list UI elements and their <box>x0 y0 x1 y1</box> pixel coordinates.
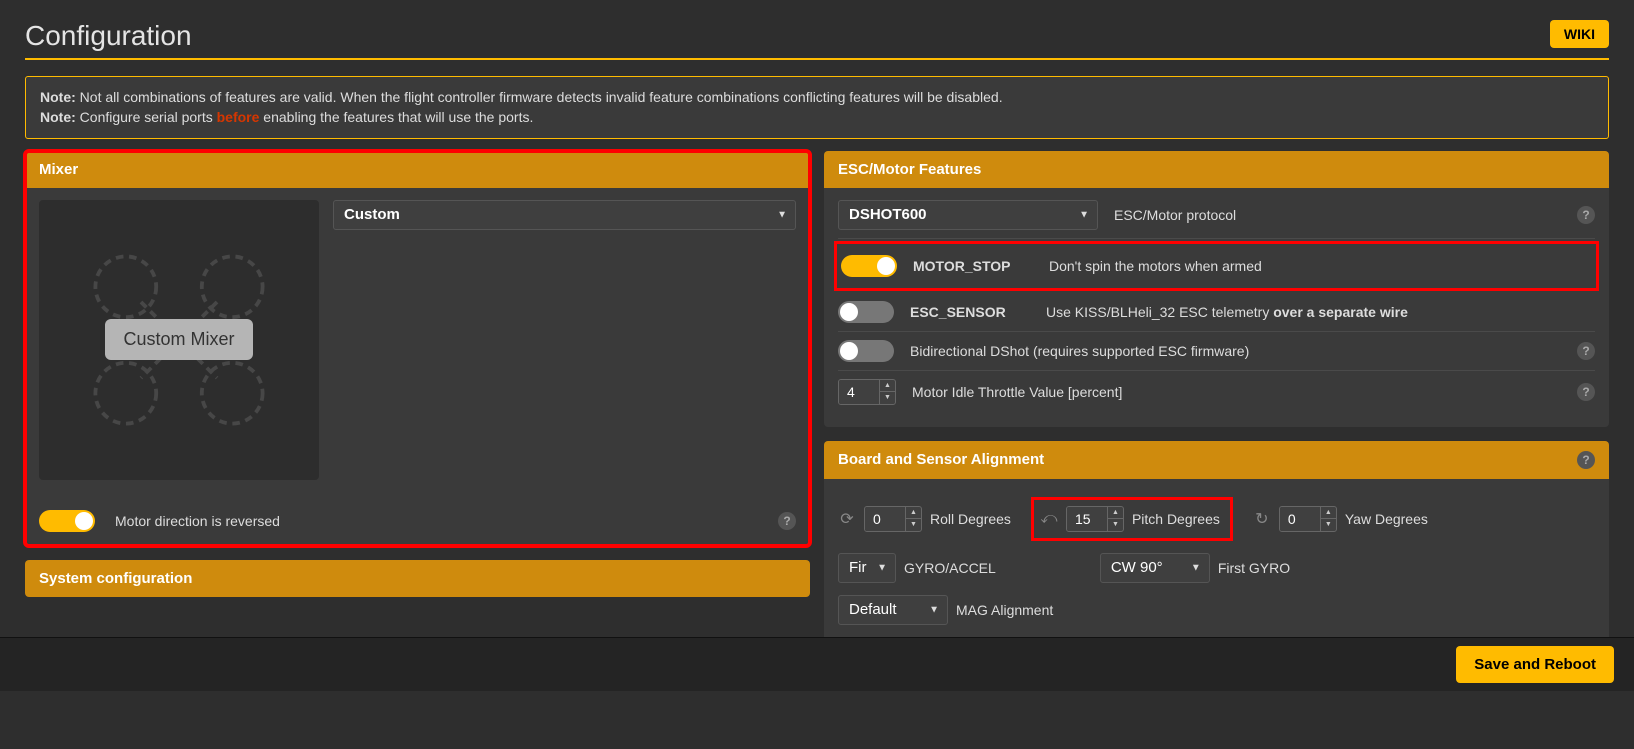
roll-input[interactable] <box>865 507 905 531</box>
motor-stop-label: MOTOR_STOP <box>913 258 1033 274</box>
system-header: System configuration <box>25 560 810 597</box>
mixer-preview: Custom Mixer <box>39 200 319 480</box>
bottom-bar: Save and Reboot <box>0 637 1634 691</box>
motor-stop-desc: Don't spin the motors when armed <box>1049 258 1592 274</box>
motor-reverse-toggle[interactable] <box>39 510 95 532</box>
gyro-index-select[interactable]: First <box>838 553 896 583</box>
idle-throttle-label: Motor Idle Throttle Value [percent] <box>912 384 1561 400</box>
roll-label: Roll Degrees <box>930 511 1011 527</box>
help-icon[interactable]: ? <box>1577 451 1595 469</box>
stepper-up-icon[interactable]: ▲ <box>1108 507 1123 520</box>
yaw-stepper[interactable]: ▲▼ <box>1279 506 1337 532</box>
help-icon[interactable]: ? <box>1577 206 1595 224</box>
note-line2a: Configure serial ports <box>76 109 217 125</box>
idle-throttle-input[interactable] <box>839 380 879 404</box>
esc-sensor-label: ESC_SENSOR <box>910 304 1030 320</box>
pitch-stepper[interactable]: ▲▼ <box>1066 506 1124 532</box>
esc-protocol-label: ESC/Motor protocol <box>1114 207 1561 223</box>
note-prefix: Note: <box>40 89 76 105</box>
stepper-down-icon[interactable]: ▼ <box>906 519 921 531</box>
note-prefix: Note: <box>40 109 76 125</box>
note-warn: before <box>217 109 260 125</box>
yaw-axis-icon: ↻ <box>1253 509 1271 529</box>
pitch-axis-icon: ⤺ <box>1040 510 1058 528</box>
stepper-down-icon[interactable]: ▼ <box>1321 519 1336 531</box>
custom-mixer-badge: Custom Mixer <box>105 319 252 360</box>
note-line1: Not all combinations of features are val… <box>76 89 1003 105</box>
yaw-input[interactable] <box>1280 507 1320 531</box>
esc-panel: ESC/Motor Features DSHOT600 ESC/Motor pr… <box>824 151 1609 427</box>
first-gyro-select[interactable]: CW 90° <box>1100 553 1210 583</box>
esc-protocol-select[interactable]: DSHOT600 <box>838 200 1098 230</box>
board-header: Board and Sensor Alignment <box>838 451 1044 468</box>
note-box: Note: Not all combinations of features a… <box>25 76 1609 139</box>
esc-sensor-toggle[interactable] <box>838 301 894 323</box>
stepper-up-icon[interactable]: ▲ <box>880 380 895 393</box>
wiki-button[interactable]: WIKI <box>1550 20 1609 48</box>
board-panel: Board and Sensor Alignment ? ⟳ ▲▼ Roll D… <box>824 441 1609 645</box>
idle-throttle-stepper[interactable]: ▲▼ <box>838 379 896 405</box>
help-icon[interactable]: ? <box>1577 383 1595 401</box>
roll-stepper[interactable]: ▲▼ <box>864 506 922 532</box>
pitch-input[interactable] <box>1067 507 1107 531</box>
gyro-accel-label: GYRO/ACCEL <box>904 560 996 576</box>
stepper-up-icon[interactable]: ▲ <box>906 507 921 520</box>
mag-align-label: MAG Alignment <box>956 602 1053 618</box>
title-divider <box>25 58 1609 60</box>
mag-align-select[interactable]: Default <box>838 595 948 625</box>
esc-header: ESC/Motor Features <box>824 151 1609 188</box>
yaw-label: Yaw Degrees <box>1345 511 1428 527</box>
system-panel: System configuration <box>25 560 810 597</box>
mixer-header: Mixer <box>25 151 810 188</box>
mixer-panel: Mixer <box>25 151 810 546</box>
save-reboot-button[interactable]: Save and Reboot <box>1456 646 1614 683</box>
esc-sensor-desc: Use KISS/BLHeli_32 ESC telemetry over a … <box>1046 304 1595 320</box>
motor-stop-toggle[interactable] <box>841 255 897 277</box>
note-line2b: enabling the features that will use the … <box>259 109 533 125</box>
roll-axis-icon: ⟳ <box>838 509 856 529</box>
pitch-label: Pitch Degrees <box>1132 511 1220 527</box>
stepper-down-icon[interactable]: ▼ <box>1108 519 1123 531</box>
help-icon[interactable]: ? <box>778 512 796 530</box>
page-title: Configuration <box>25 20 1550 52</box>
help-icon[interactable]: ? <box>1577 342 1595 360</box>
motor-reverse-label: Motor direction is reversed <box>115 513 758 529</box>
first-gyro-label: First GYRO <box>1218 560 1290 576</box>
mixer-type-select[interactable]: Custom <box>333 200 796 230</box>
stepper-down-icon[interactable]: ▼ <box>880 392 895 404</box>
stepper-up-icon[interactable]: ▲ <box>1321 507 1336 520</box>
bidir-dshot-label: Bidirectional DShot (requires supported … <box>910 343 1561 359</box>
bidir-dshot-toggle[interactable] <box>838 340 894 362</box>
